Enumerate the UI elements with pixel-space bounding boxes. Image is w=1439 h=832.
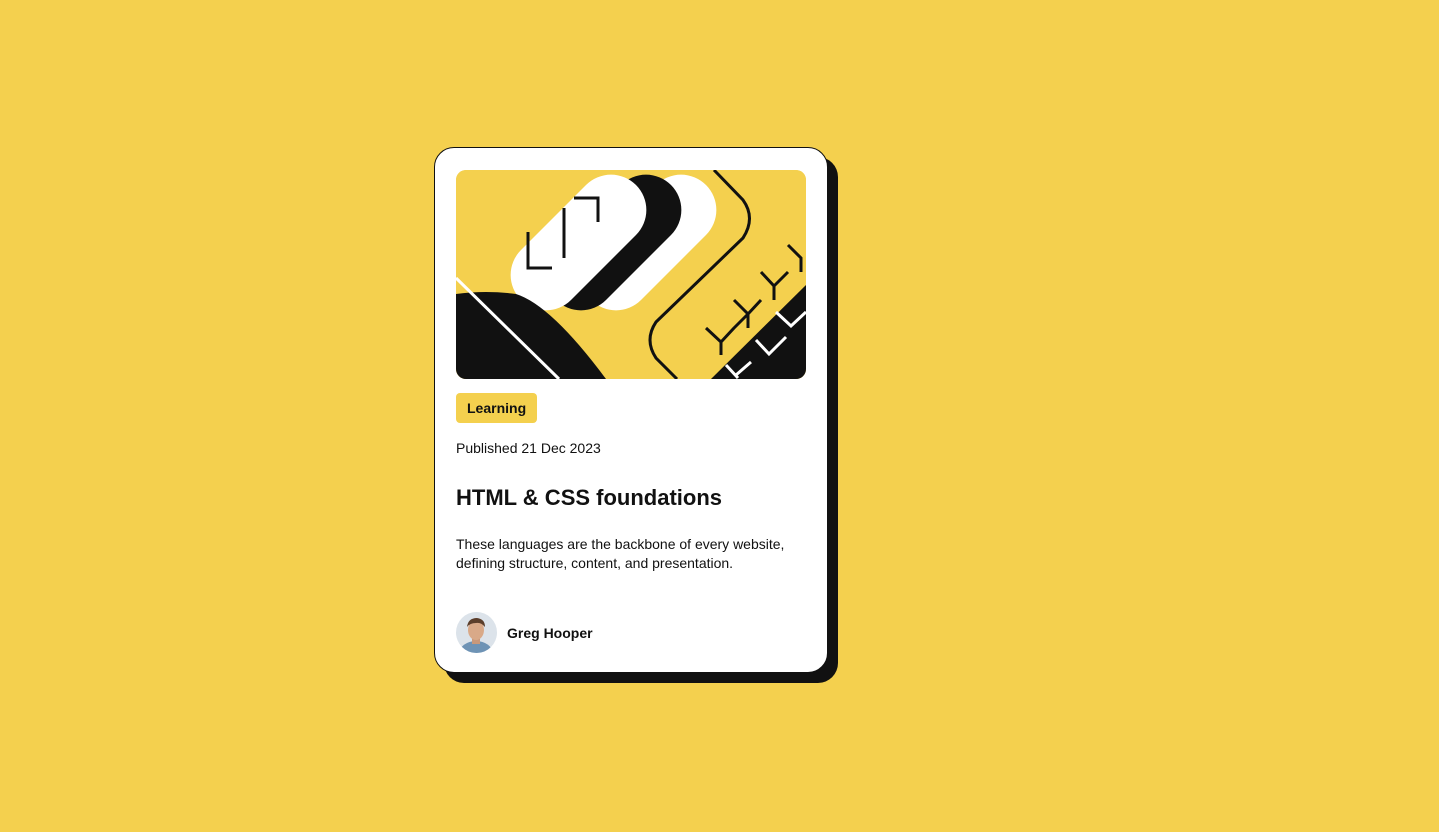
- published-date: Published 21 Dec 2023: [456, 440, 601, 456]
- avatar-photo-icon: [456, 612, 497, 653]
- hero-illustration: [456, 170, 806, 379]
- author-name: Greg Hooper: [507, 624, 593, 641]
- category-tag: Learning: [456, 393, 538, 423]
- card-title[interactable]: HTML & CSS foundations: [456, 482, 722, 514]
- author: Greg Hooper: [456, 612, 593, 653]
- blog-preview-card: Learning Published 21 Dec 2023 HTML & CS…: [434, 147, 828, 673]
- card-description: These languages are the backbone of ever…: [456, 536, 785, 571]
- author-avatar: [456, 612, 497, 653]
- hero-illustration-icon: [456, 170, 806, 379]
